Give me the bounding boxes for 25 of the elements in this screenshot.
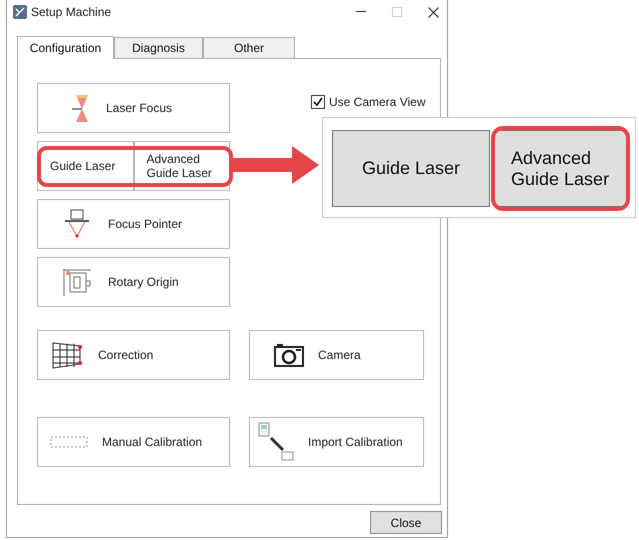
maximize-icon [392,7,402,17]
tab[interactable]: Other [203,37,295,58]
checkbox[interactable] [311,95,325,109]
minimize-icon[interactable] [356,11,366,13]
camera-icon [274,343,304,367]
tab[interactable]: Configuration [17,36,114,59]
close-icon[interactable] [428,6,439,18]
dashed-frame-icon [50,436,88,448]
grid-icon [50,340,84,370]
camera-view-checkbox[interactable]: Use Camera View [311,94,426,110]
tool-button[interactable]: Rotary Origin [37,257,230,307]
tool-button[interactable]: Guide Laser [332,130,490,207]
cable-icon [258,422,294,462]
tool-button[interactable]: Camera [249,330,424,380]
tool-button[interactable]: Import Calibration [249,417,424,467]
rotary-device-icon [60,267,94,297]
checkbox-label: Use Camera View [329,95,426,109]
close-button[interactable]: Close [370,511,442,534]
tab[interactable]: Diagnosis [114,37,203,58]
window-title: Setup Machine [31,5,112,19]
tool-button[interactable]: Laser Focus [37,83,230,133]
app-icon [13,5,27,19]
tool-button[interactable]: Correction [37,330,230,380]
tool-button[interactable]: Focus Pointer [37,199,230,249]
tool-button[interactable]: Manual Calibration [37,417,230,467]
